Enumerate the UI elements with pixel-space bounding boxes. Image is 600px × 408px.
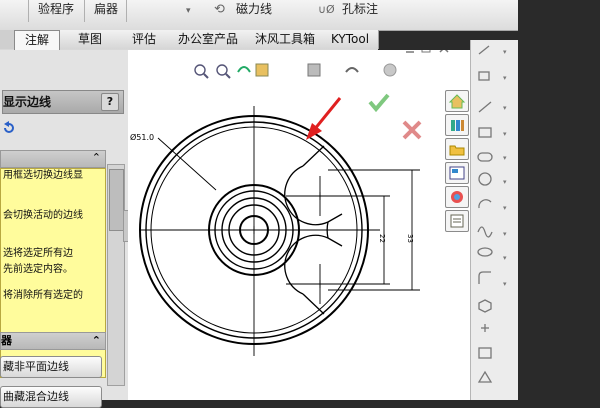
command-ribbon: 验程序 扁器 ▾ ⟲ 磁力线 ∪Ø 孔标注 — [0, 0, 520, 31]
background-area — [518, 0, 600, 400]
ribbon-item-brush[interactable]: 扁器 — [94, 0, 118, 22]
filter-section-title: 器 — [1, 334, 12, 347]
section-view-icon — [255, 63, 269, 77]
drawing-canvas[interactable]: Ø51.0 22 33 — [128, 43, 470, 400]
tab-kytool[interactable]: KYTool — [322, 30, 379, 49]
view-orientation-icon — [307, 63, 321, 77]
accept-icon — [368, 93, 390, 113]
zoom-area-icon — [216, 64, 231, 79]
ribbon-separator — [84, 0, 85, 22]
chevron-down-icon: ▾ — [503, 254, 507, 262]
ribbon-separator — [28, 0, 29, 22]
toolbar-dropdowns: ▾ ▾ ▾ ▾ ▾ ▾ ▾ ▾ ▾ ▾ — [503, 48, 507, 288]
rectangle-icon — [478, 127, 492, 138]
view-settings-icon — [383, 63, 397, 77]
polygon-icon — [478, 299, 492, 313]
appearances-icon[interactable] — [445, 186, 469, 208]
chevron-down-icon: ▾ — [503, 230, 507, 238]
fillet-icon — [478, 271, 491, 284]
message-line: 用框选切换边线显 — [3, 170, 83, 181]
line-icon — [478, 101, 492, 113]
tab-annotation[interactable]: 注解 — [14, 30, 60, 51]
dimension-22: 22 — [378, 234, 386, 243]
magnetic-line-icon: ⟲ — [214, 2, 225, 17]
message-line: 将消除所有选定的 — [3, 290, 83, 301]
circle-icon — [478, 172, 492, 186]
task-pane-tabs — [445, 90, 472, 240]
message-section-header[interactable]: ⌃ — [0, 150, 106, 168]
dimension-33: 33 — [406, 234, 414, 243]
filter-section-header[interactable]: 器 ⌃ — [0, 332, 106, 350]
dimension-diameter: Ø51.0 — [130, 132, 154, 142]
pm-title-bar: 显示边线 ? — [2, 90, 124, 114]
scrollbar-thumb[interactable] — [109, 169, 124, 231]
property-manager: 显示边线 ? ⌃ 用框选切换边线显 会切换活动的边线 选将选定所有边 先前选定内… — [0, 50, 133, 408]
previous-view-icon — [237, 66, 251, 73]
help-button[interactable]: ? — [101, 93, 119, 111]
centerlines — [140, 106, 380, 356]
ribbon-separator — [126, 0, 127, 22]
tab-evaluate[interactable]: 评估 — [120, 30, 169, 49]
chevron-down-icon: ▾ — [503, 204, 507, 212]
tab-sketch[interactable]: 草图 — [60, 30, 121, 49]
close-icon — [439, 43, 449, 53]
chevron-down-icon[interactable]: ▾ — [186, 6, 191, 16]
collapse-icon[interactable]: ⌃ — [92, 151, 101, 164]
chevron-down-icon: ▾ — [503, 48, 507, 56]
display-style-icon — [345, 67, 359, 73]
ribbon-item-program[interactable]: 验程序 — [38, 0, 74, 22]
design-library-icon[interactable] — [445, 114, 469, 136]
chevron-down-icon: ▾ — [503, 130, 507, 138]
command-tabs: 注解 草图 评估 办公室产品 沐风工具箱 KYTool — [0, 30, 379, 51]
tab-office-products[interactable]: 办公室产品 — [168, 30, 249, 49]
chevron-down-icon: ▾ — [503, 104, 507, 112]
custom-properties-icon[interactable] — [445, 210, 469, 232]
message-line: 会切换活动的边线 — [3, 210, 83, 221]
chevron-down-icon: ▾ — [503, 280, 507, 288]
hole-callout-icon: ∪Ø — [318, 3, 335, 16]
message-line: 先前选定内容。 — [3, 264, 73, 275]
sketch-toolbar: ▾ ▾ ▾ ▾ ▾ ▾ ▾ ▾ ▾ ▾ — [470, 40, 519, 400]
hide-nonplanar-edges-button[interactable]: 藏非平面边线 — [0, 356, 102, 378]
undo-icon[interactable] — [2, 120, 16, 134]
chevron-down-icon: ▾ — [503, 178, 507, 186]
arc-icon — [478, 199, 492, 209]
slot-icon — [477, 152, 493, 162]
ribbon-item-hole-callout[interactable]: 孔标注 — [342, 0, 378, 22]
view-palette-icon[interactable] — [445, 162, 469, 184]
file-explorer-icon[interactable] — [445, 138, 469, 160]
hide-mixed-edges-button[interactable]: 曲藏混合边线 — [0, 386, 102, 408]
restore-icon — [421, 43, 431, 53]
cancel-icon — [402, 120, 422, 140]
ribbon-item-magnetic-line[interactable]: 磁力线 — [236, 0, 272, 22]
tag-icon — [478, 71, 490, 81]
zoom-to-fit-icon — [194, 64, 209, 79]
smart-dimension-icon — [478, 45, 490, 55]
drawing-graphics: Ø51.0 22 33 — [130, 43, 449, 356]
text-icon — [478, 347, 492, 359]
pm-title: 显示边线 — [3, 95, 52, 109]
red-arrow-icon — [306, 97, 342, 140]
chevron-down-icon: ▾ — [503, 74, 507, 82]
chevron-down-icon: ▾ — [503, 154, 507, 162]
message-line: 选将选定所有边 — [3, 248, 73, 259]
tab-scroll-left[interactable] — [0, 30, 15, 49]
tab-mufeng-toolbox[interactable]: 沐风工具箱 — [248, 30, 323, 49]
home-icon[interactable] — [445, 90, 469, 112]
spline-icon — [477, 226, 493, 238]
ellipse-icon — [477, 247, 493, 257]
point-icon — [481, 324, 489, 332]
collapse-icon[interactable]: ⌃ — [92, 333, 101, 349]
mirror-icon — [477, 370, 493, 383]
panel-scrollbar[interactable] — [107, 164, 125, 386]
